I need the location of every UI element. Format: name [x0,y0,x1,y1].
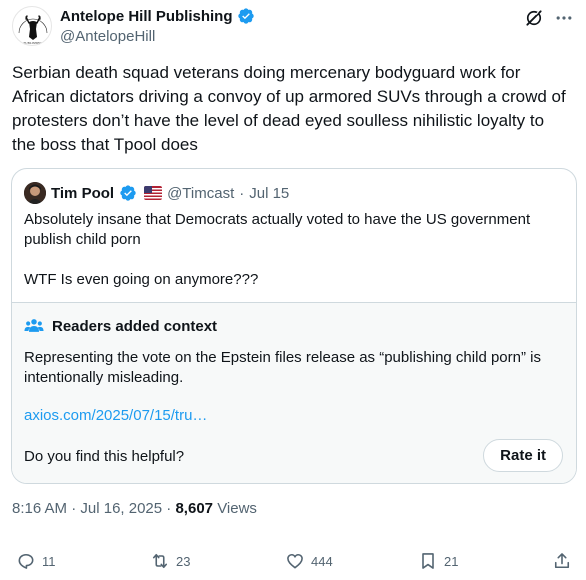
rate-it-button[interactable]: Rate it [483,439,563,472]
tweet-date[interactable]: Jul 16, 2025 [80,500,162,517]
views-label: Views [217,500,257,517]
quoted-date[interactable]: Jul 15 [249,185,289,202]
verified-badge-icon[interactable] [237,7,255,25]
bookmark-icon [422,553,434,569]
bookmark-count: 21 [444,553,459,569]
reply-icon [18,553,34,569]
helpful-question: Do you find this helpful? [24,448,185,465]
tweet-header: PUBLISHING Antelope Hill Publishing @Ant… [12,6,574,48]
reply-button[interactable]: 11 [16,548,56,574]
quoted-display-name[interactable]: Tim Pool [51,185,114,202]
author-name-row: Antelope Hill Publishing [60,7,255,25]
share-icon [554,553,570,569]
community-note-link[interactable]: axios.com/2025/07/15/tru… [24,407,207,424]
quoted-text: Absolutely insane that Democrats actuall… [24,211,531,288]
quoted-handle[interactable]: @Timcast [167,185,234,202]
quoted-verified-badge-icon[interactable] [119,184,137,202]
svg-text:PUBLISHING: PUBLISHING [24,41,44,45]
author-handle[interactable]: @AntelopeHill [60,28,155,45]
repost-button[interactable]: 23 [150,548,190,574]
quoted-avatar[interactable] [24,182,46,204]
antelope-logo-icon: PUBLISHING [18,15,48,45]
community-note-header: Readers added context [24,316,217,336]
community-note-title: Readers added context [52,317,218,335]
us-flag-icon [144,186,163,200]
community-note-body: Representing the vote on the Epstein fil… [24,349,541,386]
share-button[interactable] [552,548,572,574]
reply-count: 11 [42,553,56,569]
action-bar: 11 23 444 21 [0,548,586,578]
author-display-name[interactable]: Antelope Hill Publishing [60,8,233,25]
heart-icon [287,553,303,569]
community-note: Readers added context Representing the v… [12,302,576,483]
tweet-time[interactable]: 8:16 AM [12,500,67,517]
tweet-meta: 8:16 AM · Jul 16, 2025 · 8,607 Views [12,500,257,517]
meta-separator: · [71,500,77,517]
quoted-header: Tim Pool @Timcast · Jul 15 [24,182,289,204]
tweet-text: Serbian death squad veterans doing merce… [12,63,566,154]
like-count: 444 [311,553,333,569]
people-icon [24,319,44,332]
more-options-icon[interactable] [554,8,574,28]
quoted-tweet[interactable]: Tim Pool @Timcast · Jul 15 Absolutely in… [11,168,577,484]
grok-icon[interactable] [524,8,544,28]
quoted-separator: · [239,184,245,202]
author-avatar[interactable]: PUBLISHING [12,6,52,46]
meta-separator-2: · [166,500,172,517]
quoted-avatar-image [24,182,46,204]
repost-count: 23 [176,553,191,569]
views-count: 8,607 [175,500,214,517]
like-button[interactable]: 444 [285,548,333,574]
bookmark-button[interactable]: 21 [418,548,458,574]
repost-icon [152,553,168,569]
